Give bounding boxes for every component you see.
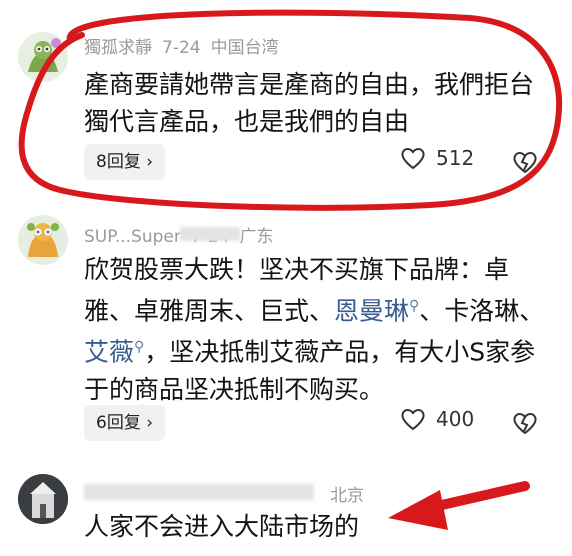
annotation-overlay xyxy=(18,9,563,530)
red-arrow-head xyxy=(388,490,448,530)
red-circle-annotation xyxy=(18,9,563,211)
